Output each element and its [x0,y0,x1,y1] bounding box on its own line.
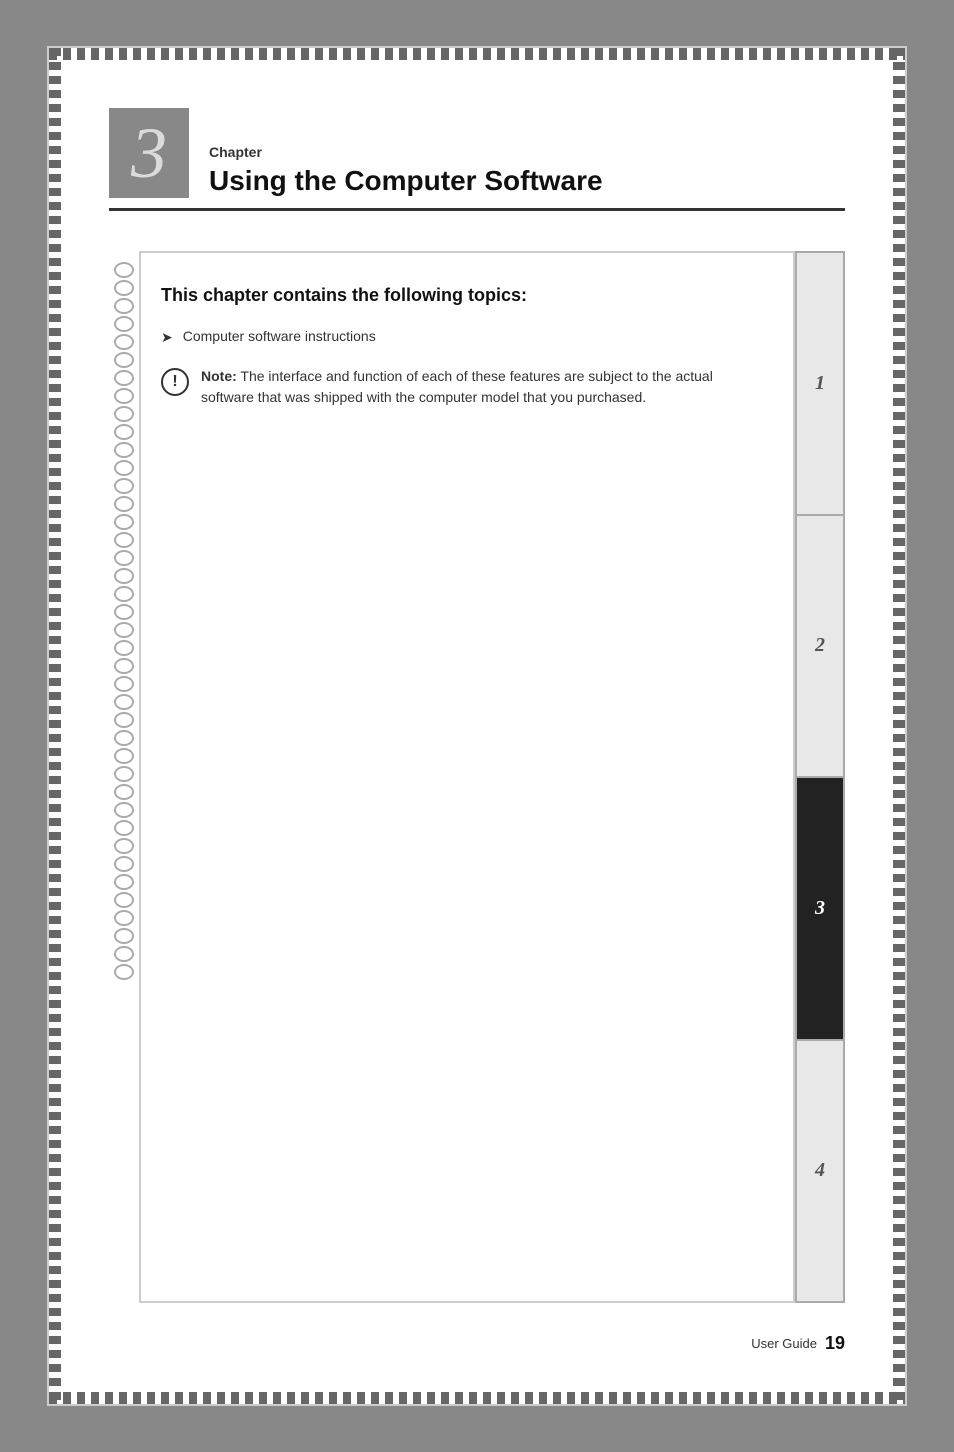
tab-1-label: 1 [815,372,825,395]
footer-guide-label: User Guide [751,1336,817,1351]
ring [114,550,134,566]
ring [114,820,134,836]
header-rule [109,208,845,211]
dashed-border-right [893,48,905,1404]
ring [114,280,134,296]
ring [114,748,134,764]
ring [114,802,134,818]
ring [114,892,134,908]
ring [114,838,134,854]
footer-page-number: 19 [825,1333,845,1354]
ring [114,532,134,548]
chapter-label-title: Chapter Using the Computer Software [209,144,845,198]
ring [114,694,134,710]
ring [114,442,134,458]
toc-arrow-icon: ➤ [161,329,173,346]
note-item: ! Note: The interface and function of ea… [161,366,763,408]
notebook-inner: This chapter contains the following topi… [139,251,795,1303]
chapter-tab-1[interactable]: 1 [797,253,843,516]
spiral-rings [109,251,139,1303]
ring [114,910,134,926]
chapter-number-box: 3 [109,108,189,198]
chapter-label: Chapter [209,144,845,160]
chapter-tabs: 1 2 3 4 [795,251,845,1303]
note-text: Note: The interface and function of each… [201,366,763,408]
ring [114,676,134,692]
note-exclamation-icon: ! [161,368,189,396]
tab-4-label: 4 [815,1159,825,1182]
page: 3 Chapter Using the Computer Software [47,46,907,1406]
ring [114,622,134,638]
toc-heading: This chapter contains the following topi… [161,283,763,308]
ring [114,370,134,386]
ring [114,298,134,314]
note-icon-symbol: ! [172,373,177,391]
ring [114,460,134,476]
ring [114,766,134,782]
ring [114,478,134,494]
ring [114,730,134,746]
note-body: The interface and function of each of th… [201,368,713,405]
notebook-container: This chapter contains the following topi… [109,251,845,1303]
ring [114,334,134,350]
ring [114,712,134,728]
ring [114,658,134,674]
ring [114,514,134,530]
tab-2-label: 2 [815,634,825,657]
ring [114,856,134,872]
ring [114,874,134,890]
ring [114,964,134,980]
chapter-tab-2[interactable]: 2 [797,516,843,779]
dashed-border-left [49,48,61,1404]
ring [114,640,134,656]
ring [114,568,134,584]
ring [114,784,134,800]
ring [114,946,134,962]
ring [114,496,134,512]
ring [114,316,134,332]
chapter-header: 3 Chapter Using the Computer Software [109,108,845,198]
tab-3-label: 3 [815,897,825,920]
ring [114,424,134,440]
ring [114,262,134,278]
toc-item-text: Computer software instructions [183,328,376,344]
note-label: Note: [201,368,237,384]
ring [114,928,134,944]
ring [114,388,134,404]
ring [114,604,134,620]
chapter-title: Using the Computer Software [209,164,845,198]
ring [114,406,134,422]
dashed-border-bottom [49,1392,905,1404]
chapter-tab-3[interactable]: 3 [797,778,843,1041]
chapter-number: 3 [131,117,167,189]
toc-item: ➤ Computer software instructions [161,328,763,346]
dashed-border-top [49,48,905,60]
footer: User Guide 19 [109,1323,845,1354]
chapter-tab-4[interactable]: 4 [797,1041,843,1302]
ring [114,352,134,368]
ring [114,586,134,602]
main-content: This chapter contains the following topi… [109,251,845,1303]
